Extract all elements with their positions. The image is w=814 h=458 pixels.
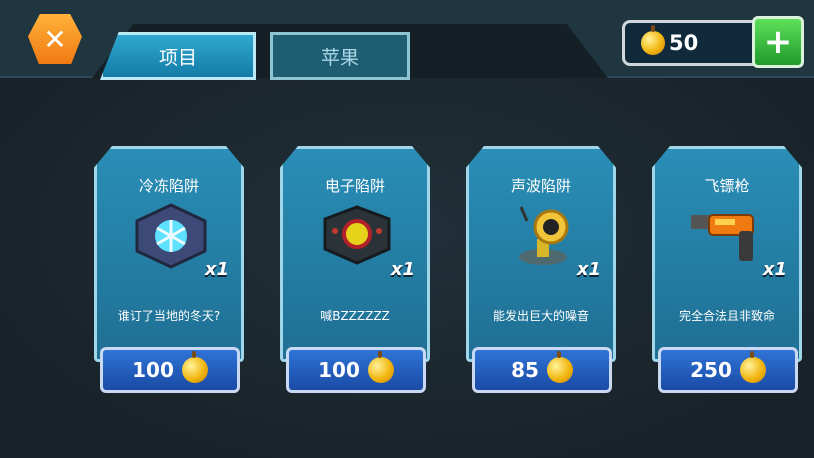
item-description: 谁订了当地的冬天? bbox=[117, 309, 221, 323]
price-value: 100 bbox=[132, 358, 174, 382]
close-button[interactable]: ✕ bbox=[28, 14, 82, 64]
sonic-trap-icon bbox=[519, 206, 569, 265]
item-description: 喊BZZZZZZ bbox=[320, 309, 390, 323]
price-value: 85 bbox=[511, 358, 539, 382]
item-quantity: x1 bbox=[390, 259, 415, 280]
item-title: 冷冻陷阱 bbox=[138, 177, 199, 195]
item-quantity: x1 bbox=[762, 259, 787, 280]
tab-apples[interactable]: 苹果 bbox=[270, 32, 410, 80]
add-currency-button[interactable]: + bbox=[752, 16, 804, 68]
apple-icon bbox=[546, 351, 573, 383]
electric-trap-icon bbox=[323, 205, 391, 265]
apple-icon bbox=[641, 25, 665, 55]
item-quantity: x1 bbox=[204, 259, 229, 280]
item-quantity: x1 bbox=[576, 259, 601, 280]
buy-button-dart-gun[interactable]: 250 bbox=[658, 347, 798, 393]
tab-items[interactable]: 项目 bbox=[100, 32, 256, 80]
plus-icon: + bbox=[763, 22, 793, 62]
price-value: 100 bbox=[318, 358, 360, 382]
item-card-sonic-trap[interactable]: 声波陷阱 x1 能发出巨大的噪音 bbox=[466, 146, 616, 362]
currency-display: 50 bbox=[622, 20, 764, 66]
item-title: 声波陷阱 bbox=[510, 177, 571, 195]
freeze-trap-icon bbox=[135, 203, 207, 269]
close-icon: ✕ bbox=[43, 22, 67, 56]
apple-icon bbox=[739, 351, 766, 383]
apple-icon bbox=[367, 351, 394, 383]
item-description: 能发出巨大的噪音 bbox=[492, 309, 589, 323]
item-card-freeze-trap[interactable]: 冷冻陷阱 x1 谁订了当地的冬天? bbox=[94, 146, 244, 362]
item-title: 电子陷阱 bbox=[324, 177, 385, 195]
currency-value: 50 bbox=[669, 31, 699, 55]
item-title: 飞镖枪 bbox=[704, 177, 750, 195]
dart-gun-icon bbox=[691, 214, 754, 261]
buy-button-electric-trap[interactable]: 100 bbox=[286, 347, 426, 393]
price-value: 250 bbox=[690, 358, 732, 382]
item-description: 完全合法且非致命 bbox=[678, 309, 775, 323]
buy-button-sonic-trap[interactable]: 85 bbox=[472, 347, 612, 393]
buy-button-freeze-trap[interactable]: 100 bbox=[100, 347, 240, 393]
item-card-electric-trap[interactable]: 电子陷阱 x1 喊BZZZZZZ bbox=[280, 146, 430, 362]
apple-icon bbox=[181, 351, 208, 383]
item-card-dart-gun[interactable]: 飞镖枪 x1 完全合法且非致命 bbox=[652, 146, 802, 362]
